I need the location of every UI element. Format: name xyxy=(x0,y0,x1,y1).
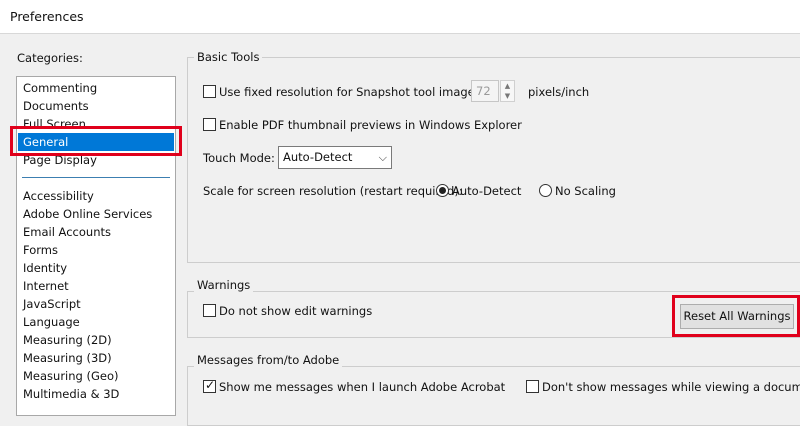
category-item-page-display[interactable]: Page Display xyxy=(18,151,174,169)
category-item-identity[interactable]: Identity xyxy=(18,259,174,277)
messages-group xyxy=(187,366,800,426)
messages-title: Messages from/to Adobe xyxy=(194,353,343,367)
category-item-full-screen[interactable]: Full Screen xyxy=(18,115,174,133)
resolution-stepper[interactable]: 72 ▲ ▼ xyxy=(471,80,515,102)
category-item-email-accounts[interactable]: Email Accounts xyxy=(18,223,174,241)
category-item-measuring-2d[interactable]: Measuring (2D) xyxy=(18,331,174,349)
category-item-adobe-online-services[interactable]: Adobe Online Services xyxy=(18,205,174,223)
touch-mode-label: Touch Mode: xyxy=(203,151,275,165)
resolution-input[interactable]: 72 xyxy=(471,80,499,102)
category-item-documents[interactable]: Documents xyxy=(18,97,174,115)
category-item-javascript[interactable]: JavaScript xyxy=(18,295,174,313)
scale-no-scaling-label: No Scaling xyxy=(555,184,616,198)
scale-auto-detect-radio[interactable] xyxy=(436,184,449,197)
scale-auto-detect-label: Auto-Detect xyxy=(452,184,522,198)
basic-tools-title: Basic Tools xyxy=(194,50,263,64)
category-item-measuring-geo[interactable]: Measuring (Geo) xyxy=(18,367,174,385)
category-item-internet[interactable]: Internet xyxy=(18,277,174,295)
reset-all-warnings-button[interactable]: Reset All Warnings xyxy=(680,304,794,329)
resolution-spin-arrows[interactable]: ▲ ▼ xyxy=(500,80,515,102)
categories-label: Categories: xyxy=(17,51,83,65)
edit-warnings-checkbox[interactable] xyxy=(203,304,216,317)
window-title: Preferences xyxy=(10,9,84,24)
thumbnail-previews-checkbox[interactable] xyxy=(203,118,216,131)
show-messages-checkbox[interactable]: ✓ xyxy=(203,378,216,393)
category-item-general[interactable]: General xyxy=(18,133,174,151)
category-item-commenting[interactable]: Commenting xyxy=(18,79,174,97)
checkmark-icon: ✓ xyxy=(205,378,216,392)
touch-mode-select[interactable]: Auto-Detect ⌵ xyxy=(278,146,392,169)
categories-list[interactable]: Commenting Documents Full Screen General… xyxy=(16,76,176,416)
category-item-forms[interactable]: Forms xyxy=(18,241,174,259)
category-item-measuring-3d[interactable]: Measuring (3D) xyxy=(18,349,174,367)
resolution-unit-label: pixels/inch xyxy=(528,85,590,99)
category-item-multimedia-3d[interactable]: Multimedia & 3D xyxy=(18,385,174,403)
dont-show-messages-checkbox[interactable] xyxy=(526,380,539,393)
fixed-resolution-label: Use fixed resolution for Snapshot tool i… xyxy=(219,85,485,99)
scale-label: Scale for screen resolution (restart req… xyxy=(203,184,463,198)
spin-up-icon[interactable]: ▲ xyxy=(501,81,514,91)
fixed-resolution-checkbox[interactable] xyxy=(203,85,216,98)
category-item-language[interactable]: Language xyxy=(18,313,174,331)
category-item-accessibility[interactable]: Accessibility xyxy=(18,187,174,205)
touch-mode-value: Auto-Detect xyxy=(283,150,353,164)
title-bar: Preferences xyxy=(0,0,800,34)
chevron-down-icon: ⌵ xyxy=(378,151,387,164)
radio-selected-dot xyxy=(439,187,446,194)
warnings-title: Warnings xyxy=(194,278,254,292)
dont-show-messages-label: Don't show messages while viewing a docu… xyxy=(542,380,800,394)
edit-warnings-label: Do not show edit warnings xyxy=(219,304,373,318)
spin-down-icon[interactable]: ▼ xyxy=(501,91,514,101)
show-messages-label: Show me messages when I launch Adobe Acr… xyxy=(219,380,506,394)
scale-no-scaling-radio[interactable] xyxy=(539,184,552,197)
thumbnail-previews-label: Enable PDF thumbnail previews in Windows… xyxy=(219,118,522,132)
category-separator xyxy=(22,177,170,178)
